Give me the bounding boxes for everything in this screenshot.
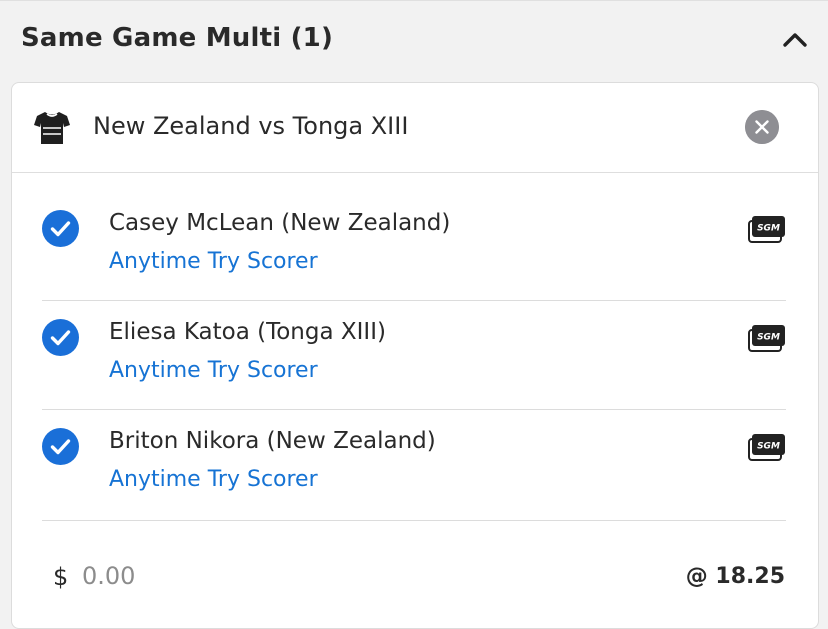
sgm-badge-label: SGM (757, 224, 780, 234)
stake-input[interactable] (82, 558, 282, 594)
checkmark-circle-icon[interactable] (42, 210, 79, 247)
selection-name: Casey McLean (New Zealand) (109, 210, 451, 236)
market-link[interactable]: Anytime Try Scorer (109, 467, 318, 492)
bet-card: New Zealand vs Tonga XIII Casey McLean (… (11, 82, 819, 629)
chevron-up-icon[interactable] (780, 25, 810, 55)
market-link[interactable]: Anytime Try Scorer (109, 249, 318, 274)
event-title: New Zealand vs Tonga XIII (93, 112, 409, 140)
leg-item: Eliesa Katoa (Tonga XIII) Anytime Try Sc… (42, 300, 786, 410)
checkmark-circle-icon[interactable] (42, 319, 79, 356)
sgm-badge-label: SGM (757, 442, 780, 452)
market-link[interactable]: Anytime Try Scorer (109, 358, 318, 383)
sgm-badge-icon: SGM (748, 434, 785, 461)
odds-value: @ 18.25 (685, 564, 785, 589)
sgm-badge-icon: SGM (748, 216, 785, 243)
selection-name: Briton Nikora (New Zealand) (109, 428, 436, 454)
selection-name: Eliesa Katoa (Tonga XIII) (109, 319, 386, 345)
leg-item: Briton Nikora (New Zealand) Anytime Try … (42, 409, 786, 521)
leg-item: Casey McLean (New Zealand) Anytime Try S… (42, 191, 786, 301)
checkmark-circle-icon[interactable] (42, 428, 79, 465)
event-row: New Zealand vs Tonga XIII (12, 83, 818, 173)
multi-header[interactable]: Same Game Multi (1) (0, 0, 828, 75)
stake-row: $ @ 18.25 (12, 531, 818, 621)
sgm-badge-label: SGM (757, 333, 780, 343)
multi-header-title: Same Game Multi (1) (21, 23, 334, 53)
currency-symbol: $ (53, 563, 69, 591)
jersey-icon (34, 112, 70, 144)
sgm-badge-icon: SGM (748, 325, 785, 352)
close-icon[interactable] (745, 110, 779, 144)
